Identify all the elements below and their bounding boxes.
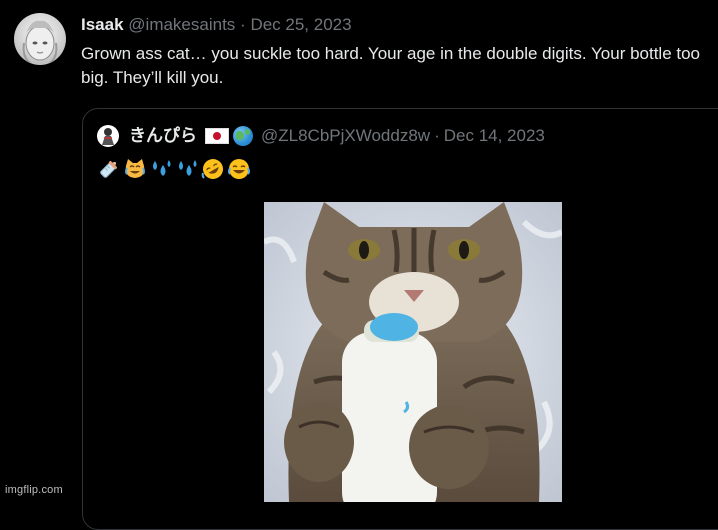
watermark: imgflip.com [5, 484, 63, 496]
quoted-header-separator: · [434, 126, 440, 145]
author-handle[interactable]: @imakesaints [128, 15, 235, 34]
quoted-author-avatar[interactable] [97, 125, 119, 147]
quoted-author-handle[interactable]: @ZL8CbPjXWoddz8w [261, 125, 430, 147]
quoted-tweet-header: きんぴら @ZL8CbPjXWoddz8w · Dec 14, 2023 [97, 125, 545, 147]
tweet-text: Grown ass cat… you suckle too hard. Your… [81, 44, 701, 87]
author-name[interactable]: Isaak [81, 15, 124, 34]
baby-bottle-icon [100, 160, 118, 178]
header-separator: · [240, 15, 246, 34]
quoted-tweet-emoji-row [97, 157, 251, 181]
tweet-header: Isaak @imakesaints · Dec 25, 2023 [81, 14, 352, 36]
globe-icon [233, 126, 253, 146]
rofl-icon [201, 159, 223, 179]
sweat-droplets-icon [153, 160, 171, 176]
quoted-author-name[interactable]: きんぴら [129, 125, 197, 147]
joy-cat-icon [125, 159, 145, 178]
sweat-droplets-icon [179, 160, 197, 176]
joy-icon [228, 159, 250, 179]
quoted-tweet-media-photo[interactable] [264, 202, 562, 502]
author-avatar[interactable] [14, 13, 66, 65]
quoted-tweet-date[interactable]: Dec 14, 2023 [444, 125, 545, 147]
japan-flag-icon [205, 128, 229, 144]
tweet-date[interactable]: Dec 25, 2023 [250, 15, 351, 34]
